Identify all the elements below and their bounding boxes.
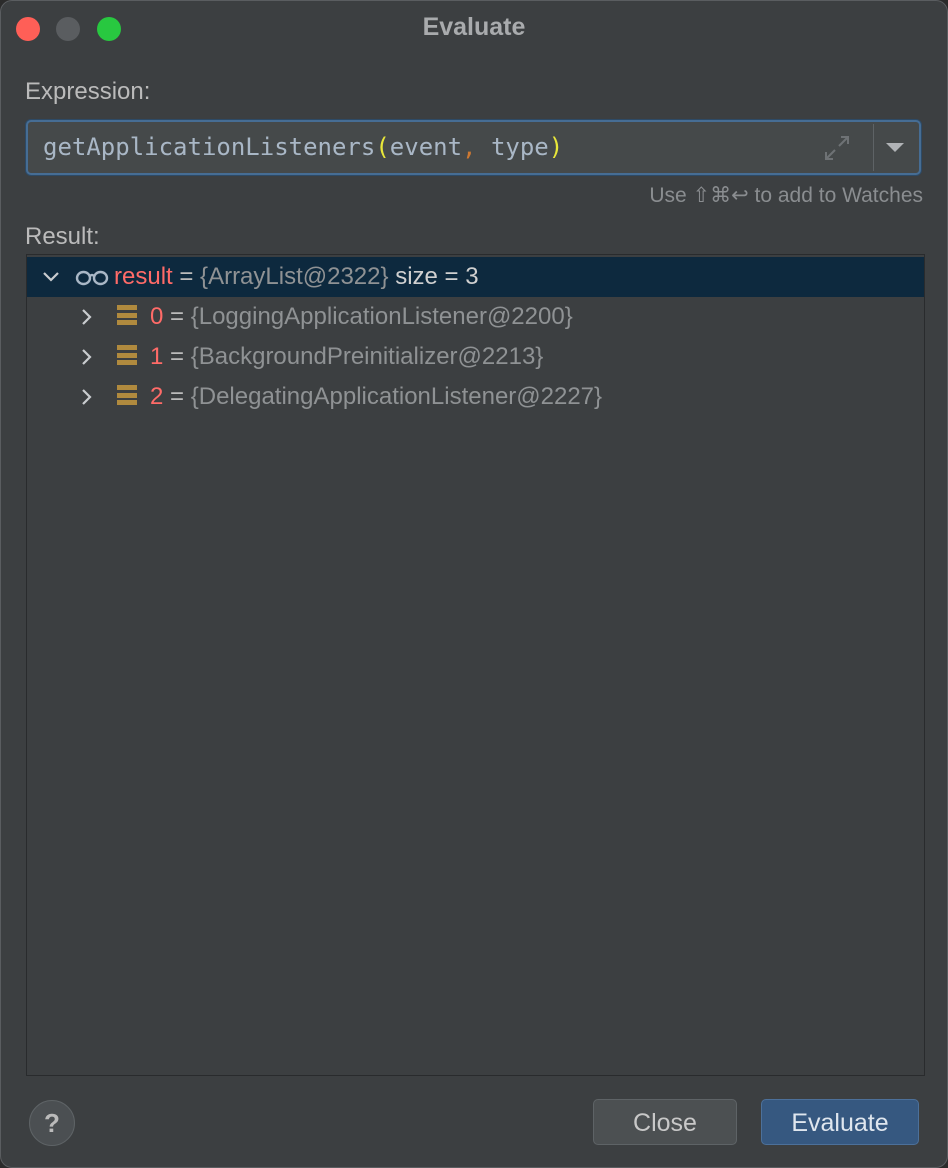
field-icon — [117, 305, 137, 329]
item-equals: = — [163, 303, 191, 330]
field-icon — [117, 385, 137, 409]
result-name: result — [114, 263, 173, 290]
dropdown-divider — [873, 124, 874, 171]
expr-function: getApplicationListeners — [43, 133, 376, 161]
item-equals: = — [163, 343, 191, 370]
watches-hint: Use ⇧⌘↩ to add to Watches — [649, 184, 923, 207]
expr-arg-type: type — [476, 133, 549, 161]
help-button[interactable]: ? — [29, 1100, 75, 1146]
expand-editor-icon[interactable] — [823, 134, 851, 162]
expr-close-paren: ) — [548, 133, 564, 161]
item-equals: = — [163, 383, 191, 410]
field-icon — [117, 345, 137, 369]
window-title: Evaluate — [422, 13, 526, 41]
expr-open-paren: ( — [375, 133, 390, 161]
evaluate-button[interactable]: Evaluate — [761, 1099, 919, 1145]
expr-comma: , — [462, 133, 477, 161]
expression-text[interactable]: getApplicationListeners(event, type) — [43, 133, 563, 161]
result-equals: = — [172, 263, 201, 290]
result-size: size = 3 — [388, 263, 479, 290]
item-value: {LoggingApplicationListener@2200} — [190, 303, 573, 330]
evaluate-dialog: Evaluate Expression: getApplicationListe… — [0, 0, 948, 1168]
watch-glasses-icon — [75, 270, 109, 286]
chevron-right-icon[interactable] — [75, 385, 99, 409]
item-value: {DelegatingApplicationListener@2227} — [190, 383, 603, 410]
result-tree[interactable]: result = {ArrayList@2322} size = 3 0 = {… — [26, 254, 925, 1076]
tree-row-item[interactable]: 0 = {LoggingApplicationListener@2200} — [27, 297, 924, 337]
chevron-right-icon[interactable] — [75, 305, 99, 329]
tree-row-item[interactable]: 1 = {BackgroundPreinitializer@2213} — [27, 337, 924, 377]
item-index: 2 — [150, 383, 164, 410]
expression-label: Expression: — [25, 78, 151, 105]
expression-input[interactable]: getApplicationListeners(event, type) — [26, 120, 921, 175]
close-button[interactable]: Close — [593, 1099, 737, 1145]
chevron-down-icon[interactable] — [39, 265, 63, 289]
chevron-right-icon[interactable] — [75, 345, 99, 369]
history-dropdown-icon[interactable] — [886, 143, 904, 152]
expr-arg-event: event — [389, 133, 463, 161]
item-index: 1 — [150, 343, 164, 370]
result-label: Result: — [25, 223, 100, 250]
title-bar: Evaluate — [1, 1, 947, 55]
item-value: {BackgroundPreinitializer@2213} — [190, 343, 544, 370]
tree-row-result[interactable]: result = {ArrayList@2322} size = 3 — [27, 257, 924, 297]
result-value: {ArrayList@2322} — [200, 263, 389, 290]
tree-row-item[interactable]: 2 = {DelegatingApplicationListener@2227} — [27, 377, 924, 417]
item-index: 0 — [150, 303, 164, 330]
